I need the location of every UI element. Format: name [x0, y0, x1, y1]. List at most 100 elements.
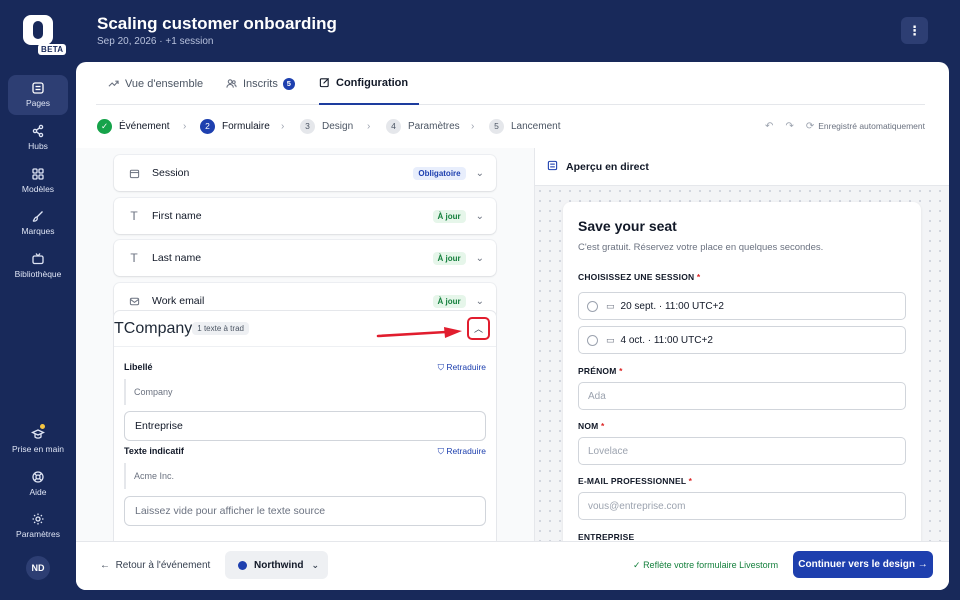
step-parametres[interactable]: 4 Paramètres [386, 114, 460, 138]
annotation-arrow-icon [376, 327, 462, 338]
field-row-last-name[interactable]: T Last name À jour ⌄ [114, 240, 496, 276]
continue-to-design-button[interactable]: Continuer vers le design → [793, 551, 933, 578]
label-text: PRÉNOM [578, 366, 617, 376]
chevron-down-icon: ⌄ [311, 559, 319, 570]
last-name-input[interactable]: Lovelace [578, 437, 906, 465]
last-name-label: NOM * [578, 421, 605, 431]
redo-icon[interactable]: ↷ [785, 121, 793, 132]
brush-icon [32, 211, 43, 222]
preview-form: Save your seat C'est gratuit. Réservez v… [563, 202, 921, 541]
tab-registrants[interactable]: Inscrits 5 [226, 62, 295, 105]
footer-bar: ← Retour à l'événement Northwind ⌄ ✓ Ref… [76, 541, 949, 590]
text-icon: T [114, 319, 124, 337]
tab-label: Inscrits [243, 77, 278, 90]
live-preview-panel: Aperçu en direct Save your seat C'est gr… [534, 148, 949, 541]
mail-icon [128, 295, 140, 307]
step-lancement[interactable]: 5 Lancement [489, 114, 560, 138]
placeholder-input[interactable]: Laissez vide pour afficher le texte sour… [124, 496, 486, 526]
chevron-right-icon: › [367, 121, 371, 132]
step-label: Formulaire [222, 120, 270, 132]
chevron-down-icon[interactable]: ⌄ [476, 296, 484, 307]
calendar-icon: ▭ [606, 300, 615, 311]
label-heading: Libellé [124, 362, 153, 372]
grid-icon [32, 168, 44, 180]
radio-icon [587, 334, 598, 346]
step-design[interactable]: 3 Design [300, 114, 353, 138]
required-mark: * [619, 366, 623, 376]
required-mark: * [601, 421, 605, 431]
sidebar-item-marques[interactable]: Marques [8, 203, 68, 243]
retranslate-link[interactable]: ⛉ Retraduire [438, 446, 486, 457]
chevron-down-icon[interactable]: ⌄ [476, 211, 484, 222]
session-option[interactable]: ▭ 20 sept. · 11:00 UTC+2 [578, 292, 906, 320]
chevron-up-icon: ︿ [473, 324, 483, 334]
translation-badge: 1 texte à trad [192, 322, 249, 335]
app-logo[interactable] [23, 15, 53, 45]
arrow-left-icon: ← [100, 560, 110, 571]
label-text: CHOISISSEZ UNE SESSION [578, 272, 695, 282]
main-card: Vue d'ensemble Inscrits 5 Configuration … [76, 62, 949, 590]
step-label: Événement [119, 120, 170, 132]
email-label: E-MAIL PROFESSIONNEL * [578, 476, 692, 486]
text-icon: T [130, 251, 138, 265]
first-name-input[interactable]: Ada [578, 382, 906, 410]
step-number: 4 [386, 118, 401, 134]
back-to-event-link[interactable]: ← Retour à l'événement [100, 560, 210, 571]
form-title: Save your seat [578, 218, 677, 234]
company-label: ENTREPRISE [578, 532, 635, 541]
undo-icon[interactable]: ↶ [765, 121, 773, 132]
sidebar-item-pages[interactable]: Pages [8, 75, 68, 115]
field-name: Work email [152, 295, 205, 307]
step-formulaire[interactable]: 2 Formulaire [200, 114, 270, 138]
graduation-cap-icon [31, 429, 45, 439]
tab-bar: Vue d'ensemble Inscrits 5 Configuration [96, 62, 925, 105]
sidebar-item-prise-en-main[interactable]: Prise en main [8, 421, 68, 461]
chevron-down-icon[interactable]: ⌄ [476, 168, 484, 179]
collapse-button[interactable]: ︿ [467, 317, 490, 340]
sidebar-item-label: Marques [21, 226, 55, 236]
retranslate-link[interactable]: ⛉ Retraduire [438, 362, 486, 373]
chevron-right-icon: › [471, 121, 475, 132]
calendar-icon: ▭ [606, 334, 615, 345]
chevron-down-icon[interactable]: ⌄ [476, 253, 484, 264]
sidebar-item-hubs[interactable]: Hubs [8, 118, 68, 158]
placeholder-heading: Texte indicatif [124, 446, 184, 456]
organization-selector[interactable]: Northwind ⌄ [225, 551, 328, 579]
more-options-button[interactable]: ⋮ [901, 17, 928, 44]
pages-icon [32, 82, 44, 94]
placeholder-source-text: Acme Inc. [124, 463, 486, 489]
step-label: Paramètres [408, 120, 460, 132]
step-label: Design [322, 120, 354, 132]
tab-overview[interactable]: Vue d'ensemble [108, 62, 203, 105]
step-evenement[interactable]: ✓ Événement [97, 114, 170, 138]
sidebar-item-parametres[interactable]: Paramètres [8, 506, 68, 546]
sidebar-item-aide[interactable]: Aide [8, 464, 68, 504]
preview-icon [547, 160, 558, 174]
session-label: CHOISISSEZ UNE SESSION * [578, 272, 700, 282]
avatar[interactable]: ND [26, 556, 50, 580]
first-name-label: PRÉNOM * [578, 366, 623, 376]
field-row-session[interactable]: Session Obligatoire ⌄ [114, 155, 496, 191]
sidebar-item-label: Aide [29, 487, 47, 497]
check-icon: ✓ [97, 118, 112, 134]
calendar-icon [128, 167, 140, 179]
label-source-text: Company [124, 379, 486, 405]
field-name: Session [152, 167, 190, 179]
sidebar-item-modeles[interactable]: Modèles [8, 161, 68, 201]
kebab-icon: ⋮ [908, 22, 921, 38]
email-input[interactable]: vous@entreprise.com [578, 492, 906, 520]
field-name: First name [152, 210, 202, 222]
field-row-first-name[interactable]: T First name À jour ⌄ [114, 198, 496, 234]
tab-configuration[interactable]: Configuration [319, 62, 420, 105]
fields-panel: Session Obligatoire ⌄ T First name À jou… [76, 148, 534, 541]
gear-icon [32, 513, 44, 525]
notification-dot [40, 424, 45, 429]
label-input[interactable]: Entreprise [124, 411, 486, 441]
sidebar-item-bibliotheque[interactable]: Bibliothèque [8, 246, 68, 286]
session-option[interactable]: ▭ 4 oct. · 11:00 UTC+2 [578, 326, 906, 354]
org-name: Northwind [254, 559, 304, 571]
tab-label: Vue d'ensemble [125, 77, 204, 90]
status-badge: À jour [432, 294, 466, 308]
chevron-right-icon: › [183, 121, 187, 132]
autosave-status: ↶ ↷ ⟳ Enregistré automatiquement [759, 114, 925, 138]
